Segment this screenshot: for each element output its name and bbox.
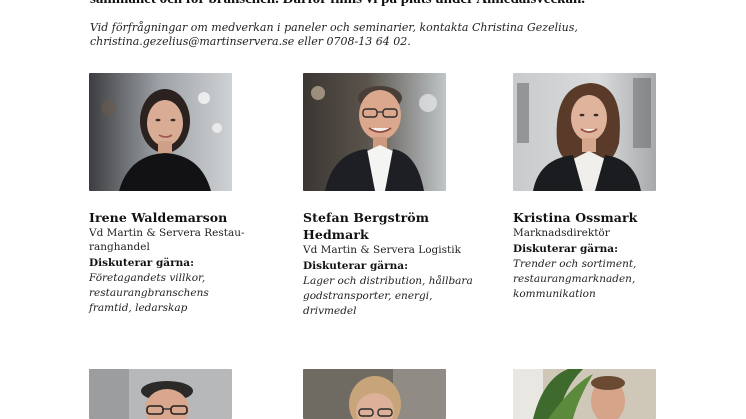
portrait-stefan-bergstrom-hedmark [303, 73, 446, 191]
portrait-row2-3 [513, 369, 656, 419]
contact-info: Vid förfrågningar om medverkan i paneler… [90, 21, 578, 48]
person-card-3: Kristina Ossmark Marknadsdirektör Diskut… [513, 209, 663, 302]
discuss-label: Diskuterar gärna: [89, 257, 194, 269]
person-role: Marknadsdirektör [513, 227, 610, 239]
discuss-topics: Lager och distribution, hållbara godstra… [303, 275, 473, 317]
discuss-topics: Företagandets villkor, restaurangbransch… [89, 272, 209, 314]
person-role: Vd Martin & Servera Logistik [303, 244, 461, 256]
person-name: Kristina Ossmark [513, 210, 638, 225]
intro-text: sammanet och för branschen. Därför finns… [90, 0, 585, 8]
discuss-label: Diskuterar gärna: [303, 260, 408, 272]
portrait-row2-2 [303, 369, 446, 419]
person-name: Stefan Bergström Hedmark [303, 210, 430, 242]
portrait-irene-waldemarson [89, 73, 232, 191]
person-name: Irene Waldemarson [89, 210, 228, 225]
portrait-row2-1 [89, 369, 232, 419]
person-role: Vd Martin & Servera Restau-ranghandel [89, 227, 245, 253]
discuss-label: Diskuterar gärna: [513, 243, 618, 255]
discuss-topics: Trender och sortiment, restaurangmarknad… [513, 258, 637, 300]
person-card-2: Stefan Bergström Hedmark Vd Martin & Ser… [303, 209, 488, 319]
person-card-1: Irene Waldemarson Vd Martin & Servera Re… [89, 209, 254, 316]
portrait-kristina-ossmark [513, 73, 656, 191]
